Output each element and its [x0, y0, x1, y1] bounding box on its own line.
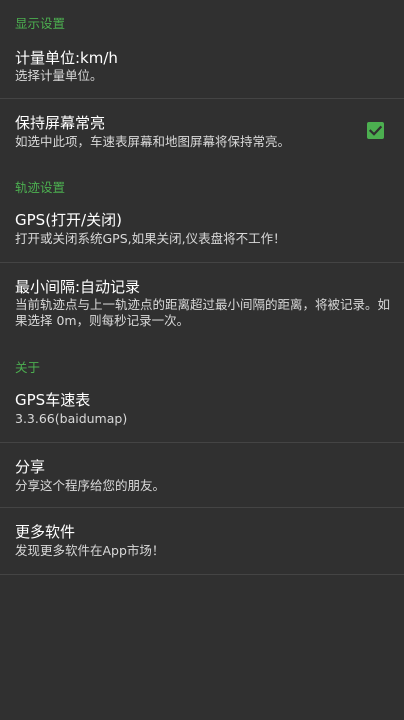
pref-app-version-summary: 3.3.66(baidumap) [15, 411, 128, 426]
pref-min-interval-title: 最小间隔:自动记录 [15, 278, 141, 296]
pref-keep-screen-on[interactable]: 保持屏幕常亮 如选中此项，车速表屏幕和地图屏幕将保持常亮。 [0, 99, 404, 163]
pref-share[interactable]: 分享 分享这个程序给您的朋友。 [0, 443, 404, 507]
keep-screen-on-checkbox[interactable] [367, 122, 384, 139]
section-header-about: 关于 [15, 360, 41, 375]
pref-share-summary: 分享这个程序给您的朋友。 [15, 478, 166, 493]
pref-more-apps[interactable]: 更多软件 发现更多软件在App市场！ [0, 508, 404, 574]
pref-gps-toggle[interactable]: GPS(打开/关闭) 打开或关闭系统GPS,如果关闭,仪表盘将不工作！ [0, 200, 404, 262]
pref-more-apps-title: 更多软件 [15, 523, 76, 541]
pref-keep-screen-on-summary: 如选中此项，车速表屏幕和地图屏幕将保持常亮。 [15, 134, 291, 149]
pref-min-interval-summary: 当前轨迹点与上一轨迹点的距离超过最小间隔的距离，将被记录。如果选择 0m，则每秒… [15, 297, 391, 328]
section-header-display: 显示设置 [15, 16, 66, 31]
checkmark-icon [368, 125, 383, 136]
pref-min-interval[interactable]: 最小间隔:自动记录 当前轨迹点与上一轨迹点的距离超过最小间隔的距离，将被记录。如… [0, 263, 404, 343]
pref-gps-toggle-title: GPS(打开/关闭) [15, 211, 122, 229]
divider [0, 574, 404, 575]
pref-speed-unit-title: 计量单位:km/h [15, 49, 118, 67]
pref-share-title: 分享 [15, 458, 46, 476]
pref-keep-screen-on-title: 保持屏幕常亮 [15, 114, 106, 132]
pref-gps-toggle-summary: 打开或关闭系统GPS,如果关闭,仪表盘将不工作！ [15, 231, 286, 246]
section-header-track: 轨迹设置 [15, 180, 66, 195]
pref-speed-unit[interactable]: 计量单位:km/h 选择计量单位。 [0, 38, 404, 98]
pref-app-version[interactable]: GPS车速表 3.3.66(baidumap) [0, 380, 404, 442]
pref-app-title: GPS车速表 [15, 391, 91, 409]
pref-speed-unit-summary: 选择计量单位。 [15, 68, 103, 83]
pref-more-apps-summary: 发现更多软件在App市场！ [15, 543, 165, 558]
